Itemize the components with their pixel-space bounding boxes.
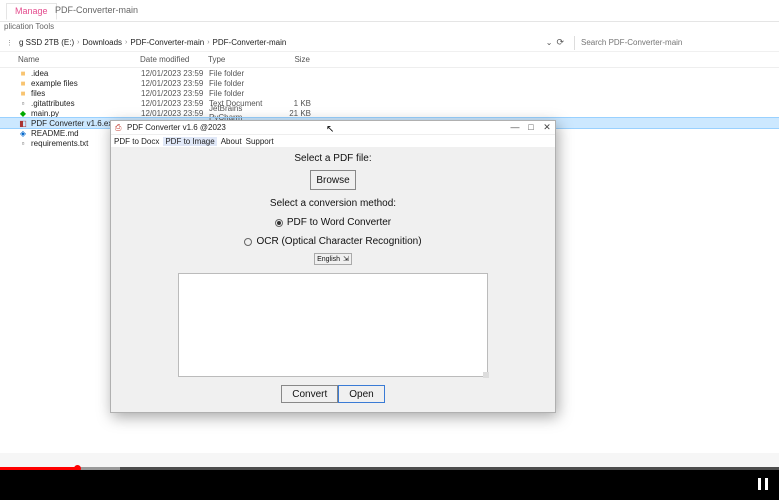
video-controls	[0, 470, 779, 500]
file-date: 12/01/2023 23:59	[141, 79, 209, 88]
file-name: .idea	[31, 69, 141, 78]
column-headers[interactable]: Name Date modified Type Size	[0, 52, 779, 68]
table-row[interactable]: ■files12/01/2023 23:59File folder	[0, 88, 779, 98]
col-date[interactable]: Date modified	[140, 55, 208, 64]
file-date: 12/01/2023 23:59	[141, 109, 209, 118]
address-bar: ⋮ g SSD 2TB (E:) › Downloads › PDF-Conve…	[0, 34, 779, 52]
language-value: English	[317, 256, 340, 263]
menu-item[interactable]: PDF to Docx	[114, 137, 159, 146]
select-file-label: Select a PDF file:	[111, 153, 555, 164]
file-type: File folder	[209, 89, 271, 98]
file-name: main.py	[31, 109, 141, 118]
breadcrumb-item[interactable]: Downloads	[82, 38, 122, 47]
doc-icon: ▫	[18, 99, 28, 107]
table-row[interactable]: ▫.gitattributes12/01/2023 23:59Text Docu…	[0, 98, 779, 108]
history-dropdown-icon[interactable]: ⋮	[6, 39, 13, 47]
pause-icon[interactable]	[758, 478, 768, 490]
menu-item[interactable]: Support	[246, 137, 274, 146]
address-dropdown-icon[interactable]: ⌄	[546, 38, 553, 47]
folder-icon: ■	[18, 79, 28, 87]
col-type[interactable]: Type	[208, 55, 270, 64]
open-button[interactable]: Open	[338, 385, 384, 403]
file-size: 21 KB	[271, 109, 311, 118]
language-select[interactable]: English ⇲	[314, 253, 352, 265]
app-icon: ⎙	[115, 123, 124, 132]
table-row[interactable]: ◆main.py12/01/2023 23:59JetBrains PyChar…	[0, 108, 779, 118]
folder-icon: ■	[18, 69, 28, 77]
select-method-label: Select a conversion method:	[111, 198, 555, 209]
dialog-close-button[interactable]: ✕	[539, 122, 555, 133]
menu-item[interactable]: About	[221, 137, 242, 146]
radio-label: OCR (Optical Character Recognition)	[256, 236, 421, 247]
radio-ocr[interactable]: OCR (Optical Character Recognition)	[244, 236, 421, 247]
exe-icon: ◧	[18, 119, 28, 127]
col-size[interactable]: Size	[270, 55, 310, 64]
pdf-converter-dialog: ⎙ PDF Converter v1.6 @2023 — □ ✕ PDF to …	[110, 120, 556, 413]
txt-icon: ▫	[18, 139, 28, 147]
col-name[interactable]: Name	[18, 55, 140, 64]
file-date: 12/01/2023 23:59	[141, 99, 209, 108]
file-size: 1 KB	[271, 99, 311, 108]
ribbon-tab-manage[interactable]: Manage	[6, 3, 57, 20]
file-date: 12/01/2023 23:59	[141, 89, 209, 98]
radio-pdf-to-word[interactable]: PDF to Word Converter	[275, 217, 391, 228]
py-icon: ◆	[18, 109, 28, 117]
table-row[interactable]: ■example files12/01/2023 23:59File folde…	[0, 78, 779, 88]
dialog-menubar: PDF to Docx PDF to Image About Support	[111, 135, 555, 147]
md-icon: ◈	[18, 129, 28, 137]
radio-icon	[275, 219, 283, 227]
divider	[574, 36, 575, 50]
refresh-icon[interactable]: ⟳	[556, 37, 564, 48]
output-textarea[interactable]	[178, 273, 488, 377]
breadcrumb-item[interactable]: PDF-Converter-main	[213, 38, 287, 47]
dropdown-icon: ⇲	[343, 255, 349, 263]
radio-icon	[244, 238, 252, 246]
search-input[interactable]	[579, 37, 779, 48]
ribbon-subrow: plication Tools	[0, 22, 779, 34]
dialog-maximize-button[interactable]: □	[523, 122, 539, 133]
file-name: files	[31, 89, 141, 98]
table-row[interactable]: ■.idea12/01/2023 23:59File folder	[0, 68, 779, 78]
file-name: .gitattributes	[31, 99, 141, 108]
chevron-right-icon: ›	[125, 39, 127, 46]
ribbon: Manage PDF-Converter-main	[0, 0, 779, 22]
file-type: File folder	[209, 79, 271, 88]
file-type: File folder	[209, 69, 271, 78]
convert-button[interactable]: Convert	[281, 385, 338, 403]
dialog-minimize-button[interactable]: —	[507, 122, 523, 133]
browse-button[interactable]: Browse	[310, 170, 356, 190]
chevron-right-icon: ›	[77, 39, 79, 46]
folder-icon: ■	[18, 89, 28, 97]
details-pane	[0, 453, 779, 467]
file-name: example files	[31, 79, 141, 88]
dialog-title: PDF Converter v1.6 @2023	[127, 123, 226, 132]
breadcrumb-item[interactable]: PDF-Converter-main	[130, 38, 204, 47]
cursor-icon: ↖	[326, 124, 334, 135]
window-title: PDF-Converter-main	[55, 5, 138, 15]
radio-label: PDF to Word Converter	[287, 217, 391, 228]
menu-item[interactable]: PDF to Image	[163, 137, 216, 146]
breadcrumb-root[interactable]: g SSD 2TB (E:)	[19, 38, 74, 47]
chevron-right-icon: ›	[207, 39, 209, 46]
file-date: 12/01/2023 23:59	[141, 69, 209, 78]
